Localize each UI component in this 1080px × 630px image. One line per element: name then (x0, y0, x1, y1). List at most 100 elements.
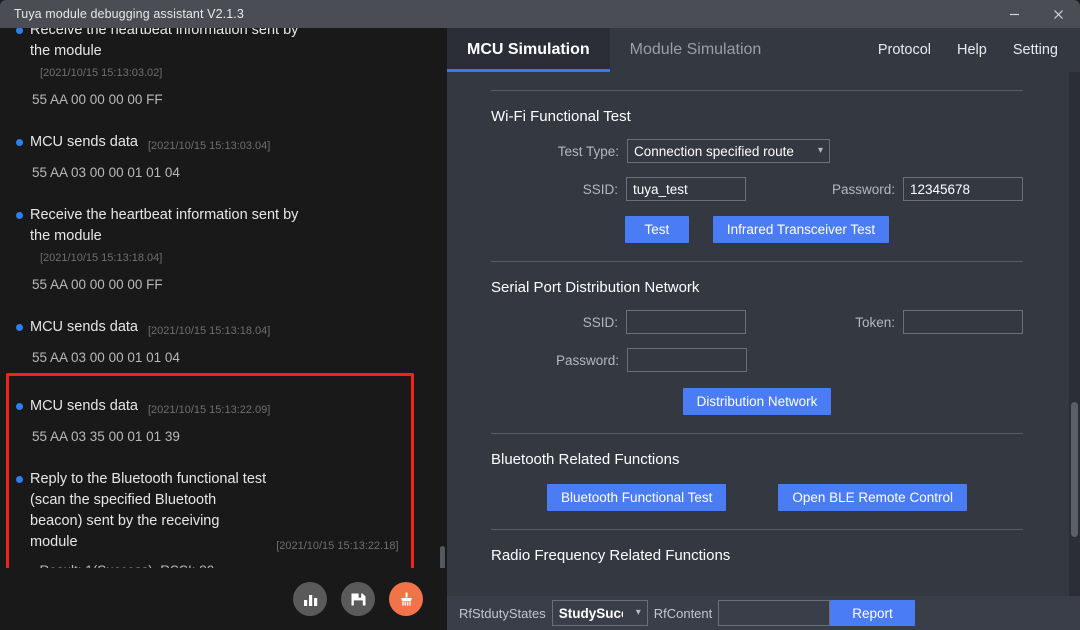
log-entry-body: 55 AA 03 35 00 01 01 39 (32, 429, 180, 444)
serial-token-label: Token: (855, 314, 895, 330)
menu-help[interactable]: Help (944, 28, 1000, 72)
tab-bar-spacer (781, 28, 865, 72)
wifi-password-input[interactable] (903, 177, 1023, 201)
log-scroll-area[interactable]: Receive the heartbeat information sent b… (0, 28, 441, 568)
log-entry-header: Receive the heartbeat information sent b… (16, 28, 431, 80)
log-action-bar (0, 568, 447, 630)
test-type-select[interactable]: Connection specified route (627, 139, 830, 163)
infrared-transceiver-test-button[interactable]: Infrared Transceiver Test (712, 216, 890, 243)
divider (491, 90, 1023, 91)
rf-report-button[interactable]: Report (830, 600, 915, 626)
rf-content-label: RfContent (653, 605, 713, 621)
content-body: Get MAC New Function Set Notify Wi-Fi Fu… (447, 72, 1067, 624)
serial-password-input[interactable] (627, 348, 747, 372)
menu-label: Protocol (877, 42, 932, 58)
log-entry-body: 55 AA 03 00 00 01 01 04 (32, 165, 180, 180)
open-ble-remote-control-button[interactable]: Open BLE Remote Control (778, 484, 967, 511)
window-title: Tuya module debugging assistant V2.1.3 (14, 7, 244, 21)
log-entry: Receive the heartbeat information sent b… (0, 28, 441, 124)
divider (491, 529, 1023, 530)
serial-ssid-row: SSID: Token: (491, 310, 1023, 334)
wifi-test-type-row: Test Type: Connection specified route ▾ (491, 139, 1023, 163)
log-bullet-icon (16, 403, 23, 410)
tab-label: Module Simulation (629, 41, 762, 58)
serial-password-label: Password: (555, 352, 619, 368)
wifi-ssid-input[interactable] (625, 177, 746, 201)
log-bullet-icon (16, 212, 23, 219)
close-button[interactable] (1036, 0, 1080, 28)
log-entry-body: 55 AA 03 00 00 01 01 04 (32, 350, 180, 365)
log-entry-body: 55 AA 00 00 00 00 FF (32, 92, 163, 107)
log-entry: Reply to the Bluetooth functional test (… (0, 461, 441, 568)
test-type-label: Test Type: (557, 143, 619, 159)
wifi-credentials-row: SSID: Password: (491, 177, 1023, 201)
rf-states-label: RfStdutyStates (459, 605, 546, 621)
tab-mcu-simulation[interactable]: MCU Simulation (447, 28, 610, 72)
serial-token-input[interactable] (903, 310, 1023, 334)
log-entry: MCU sends data [2021/10/15 15:13:03.04] 5… (0, 124, 441, 197)
serial-password-row: Password: (491, 348, 1023, 372)
rf-states-select-wrapper: StudySucess ▾ (551, 600, 648, 626)
log-entry-header: MCU sends data [2021/10/15 15:13:03.04] (16, 124, 431, 153)
minimize-button[interactable] (992, 0, 1036, 28)
log-entry-timestamp: [2021/10/15 15:13:18.04] (40, 252, 163, 264)
log-entry-timestamp: [2021/10/15 15:13:03.02] (40, 67, 163, 79)
log-entry-title: Receive the heartbeat information sent b… (30, 207, 299, 244)
menu-label: Help (957, 42, 987, 58)
log-scrollbar-thumb[interactable] (440, 546, 445, 570)
log-entry-timestamp: [2021/10/15 15:13:03.04] (148, 140, 271, 152)
content-scrollbar-thumb[interactable] (1071, 402, 1078, 537)
rf-control-bar: RfStdutyStates StudySucess ▾ RfContent R… (447, 596, 1080, 630)
menu-protocol[interactable]: Protocol (865, 28, 944, 72)
log-entry-timestamp: [2021/10/15 15:13:22.18] (276, 540, 399, 552)
log-entry-timestamp: [2021/10/15 15:13:22.09] (148, 404, 271, 416)
log-entry-title: MCU sends data (30, 134, 138, 150)
log-entry-title: MCU sends data (30, 398, 138, 414)
serial-button-row: Distribution Network (491, 388, 1023, 415)
tab-label: MCU Simulation (467, 41, 590, 58)
clear-button[interactable] (389, 582, 423, 616)
content-scroll-area[interactable]: Get MAC New Function Set Notify Wi-Fi Fu… (447, 72, 1080, 630)
divider (491, 433, 1023, 434)
wifi-test-button[interactable]: Test (624, 216, 689, 243)
chart-button[interactable] (293, 582, 327, 616)
floppy-disk-icon (350, 591, 367, 608)
wifi-button-row: Test Infrared Transceiver Test (491, 216, 1023, 243)
log-entry-timestamp: [2021/10/15 15:13:18.04] (148, 325, 271, 337)
log-entry-header: Reply to the Bluetooth functional test (… (16, 461, 431, 553)
tab-module-simulation[interactable]: Module Simulation (610, 28, 782, 72)
bar-chart-icon (302, 591, 319, 608)
menu-setting[interactable]: Setting (1000, 28, 1080, 72)
bluetooth-button-row: Bluetooth Functional Test Open BLE Remot… (491, 484, 1023, 511)
log-bullet-icon (16, 139, 23, 146)
serial-ssid-input[interactable] (625, 310, 746, 334)
log-entry-header: MCU sends data [2021/10/15 15:13:18.04] (16, 309, 431, 338)
broom-icon (398, 591, 415, 608)
menu-label: Setting (1012, 42, 1058, 58)
bluetooth-functional-test-button[interactable]: Bluetooth Functional Test (547, 484, 727, 511)
log-entry-header: MCU sends data [2021/10/15 15:13:22.09] (16, 388, 431, 417)
distribution-network-button[interactable]: Distribution Network (682, 388, 832, 415)
log-entry: Receive the heartbeat information sent b… (0, 197, 441, 309)
content-scrollbar[interactable] (1069, 72, 1080, 630)
wifi-ssid-label: SSID: (582, 181, 618, 197)
content-panel: MCU Simulation Module Simulation Protoco… (447, 28, 1080, 630)
log-entry-header: Receive the heartbeat information sent b… (16, 197, 431, 265)
bluetooth-section-title: Bluetooth Related Functions (491, 451, 680, 468)
log-entry-body: , Result: 1(Success), RSSI: 80 55 AA 00 … (16, 553, 431, 568)
log-entry: MCU sends data [2021/10/15 15:13:22.09] 5… (0, 382, 441, 461)
log-bullet-icon (16, 28, 23, 34)
rf-states-select[interactable]: StudySucess (551, 600, 648, 626)
log-entry-title: MCU sends data (30, 319, 138, 335)
rf-content-input[interactable] (718, 600, 831, 626)
app-window: Tuya module debugging assistant V2.1.3 R… (0, 0, 1080, 630)
log-panel: Receive the heartbeat information sent b… (0, 28, 447, 630)
tab-bar: MCU Simulation Module Simulation Protoco… (447, 28, 1080, 72)
log-list: Receive the heartbeat information sent b… (0, 28, 441, 568)
log-entry-title: Receive the heartbeat information sent b… (30, 28, 299, 59)
log-entry-title: Reply to the Bluetooth functional test (… (30, 471, 267, 550)
log-bullet-icon (16, 324, 23, 331)
log-bullet-icon (16, 476, 23, 483)
divider (491, 261, 1023, 262)
save-button[interactable] (341, 582, 375, 616)
